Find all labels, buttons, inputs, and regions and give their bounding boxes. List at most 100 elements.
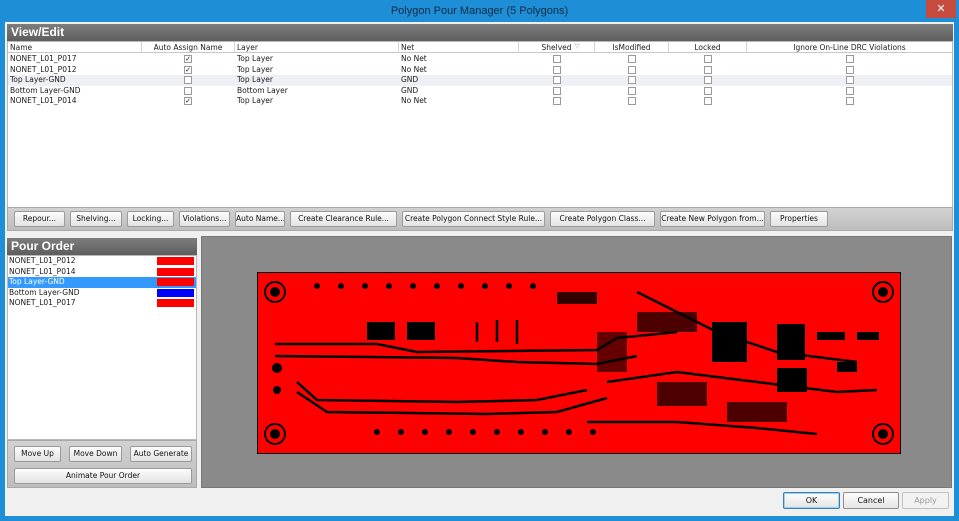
table-row[interactable]: Top Layer-GND Top Layer GND: [8, 75, 952, 86]
table-row[interactable]: NONET_L01_P014 ✓ Top Layer No Net: [8, 96, 952, 107]
auto-assign-checkbox[interactable]: ✓: [184, 97, 192, 105]
row-net: No Net: [401, 54, 427, 63]
locked-checkbox[interactable]: [704, 55, 712, 63]
auto-assign-checkbox[interactable]: [184, 86, 192, 95]
pcb-preview[interactable]: [201, 236, 952, 488]
auto-generate-button[interactable]: Auto Generate: [130, 446, 192, 462]
row-name: Top Layer-GND: [10, 75, 66, 84]
row-name: Bottom Layer-GND: [10, 85, 81, 95]
row-name: NONET_L01_P012: [10, 64, 77, 74]
ignore-drc-checkbox[interactable]: [846, 97, 854, 105]
column-header-auto-assign[interactable]: Auto Assign Name: [142, 42, 235, 53]
row-layer: Top Layer: [237, 64, 273, 74]
ignore-drc-checkbox[interactable]: [846, 76, 854, 84]
cancel-button[interactable]: Cancel: [843, 492, 899, 509]
column-header-net[interactable]: Net: [399, 42, 519, 53]
row-layer: Top Layer: [237, 54, 273, 63]
dialog-client-area: View/Edit Name Auto Assign Name Layer Ne…: [5, 22, 954, 516]
ignore-drc-checkbox[interactable]: [846, 55, 854, 63]
ismodified-checkbox[interactable]: [628, 97, 636, 105]
auto-assign-checkbox[interactable]: ✓: [184, 55, 192, 63]
create-clearance-rule-button[interactable]: Create Clearance Rule...: [290, 211, 397, 227]
ismodified-checkbox[interactable]: [628, 55, 636, 63]
shelved-checkbox[interactable]: [553, 55, 561, 63]
ismodified-checkbox[interactable]: [628, 86, 636, 95]
pour-item-name: NONET_L01_P012: [9, 256, 76, 265]
ismodified-checkbox[interactable]: [628, 76, 636, 84]
column-header-ignore-drc[interactable]: Ignore On-Line DRC Violations: [747, 42, 952, 53]
pour-item-name: Top Layer-GND: [9, 277, 65, 286]
column-header-ismodified[interactable]: IsModified: [595, 42, 669, 53]
list-item[interactable]: NONET_L01_P017: [8, 298, 196, 309]
close-icon[interactable]: ✕: [926, 0, 956, 18]
move-up-button[interactable]: Move Up: [14, 446, 61, 462]
row-name: NONET_L01_P014: [10, 96, 77, 105]
row-net: GND: [401, 75, 419, 84]
column-header-name[interactable]: Name: [8, 42, 142, 53]
repour-button[interactable]: Repour...: [14, 211, 65, 227]
ok-button[interactable]: OK: [783, 492, 840, 509]
filter-icon[interactable]: ▽: [575, 44, 581, 50]
polygon-pour-manager-window: Polygon Pour Manager (5 Polygons) ✕ View…: [0, 0, 959, 521]
view-edit-header: View/Edit: [7, 24, 953, 41]
column-header-locked[interactable]: Locked: [669, 42, 747, 53]
row-net: No Net: [401, 64, 427, 74]
shelved-checkbox[interactable]: [553, 86, 561, 95]
create-polygon-connect-style-rule-button[interactable]: Create Polygon Connect Style Rule...: [402, 211, 545, 227]
locking-button[interactable]: Locking...: [127, 211, 174, 227]
row-net: GND: [401, 85, 419, 95]
row-layer: Top Layer: [237, 75, 273, 84]
view-edit-button-bar: Repour... Shelving... Locking... Violati…: [7, 207, 953, 231]
pcb-board-image: [257, 272, 901, 454]
move-down-button[interactable]: Move Down: [69, 446, 122, 462]
properties-button[interactable]: Properties: [770, 211, 828, 227]
create-polygon-class-button[interactable]: Create Polygon Class...: [550, 211, 655, 227]
locked-checkbox[interactable]: [704, 97, 712, 105]
apply-button[interactable]: Apply: [902, 492, 949, 509]
auto-assign-checkbox[interactable]: ✓: [184, 65, 192, 74]
create-new-polygon-from-button[interactable]: Create New Polygon from...: [660, 211, 765, 227]
shelved-checkbox[interactable]: [553, 76, 561, 84]
shelving-button[interactable]: Shelving...: [70, 211, 122, 227]
locked-checkbox[interactable]: [704, 76, 712, 84]
column-header-shelved[interactable]: Shelved: [519, 42, 595, 53]
locked-checkbox[interactable]: [704, 65, 712, 74]
pour-order-header: Pour Order: [7, 238, 197, 255]
auto-assign-checkbox[interactable]: [184, 76, 192, 84]
title-bar[interactable]: Polygon Pour Manager (5 Polygons) ✕: [0, 0, 959, 22]
table-row[interactable]: NONET_L01_P012 ✓ Top Layer No Net: [8, 65, 952, 76]
window-title: Polygon Pour Manager (5 Polygons): [390, 5, 569, 17]
table-row[interactable]: NONET_L01_P017 ✓ Top Layer No Net: [8, 54, 952, 65]
pour-order-button-bar: Move Up Move Down Auto Generate Animate …: [7, 440, 197, 488]
grid-header: Name Auto Assign Name Layer Net Shelved …: [8, 42, 952, 53]
pour-color-swatch: [157, 288, 194, 297]
row-name: NONET_L01_P017: [10, 54, 77, 63]
pour-item-name: NONET_L01_P017: [9, 298, 76, 307]
violations-button[interactable]: Violations...: [179, 211, 230, 227]
list-item[interactable]: NONET_L01_P014: [8, 267, 196, 278]
shelved-checkbox[interactable]: [553, 65, 561, 74]
pour-color-swatch: [157, 267, 194, 276]
row-layer: Bottom Layer: [237, 85, 288, 95]
table-row[interactable]: Bottom Layer-GND Bottom Layer GND: [8, 86, 952, 97]
list-item-selected[interactable]: Top Layer-GND: [8, 277, 196, 288]
row-net: No Net: [401, 96, 427, 105]
shelved-checkbox[interactable]: [553, 97, 561, 105]
polygon-grid: Name Auto Assign Name Layer Net Shelved …: [7, 41, 953, 208]
row-layer: Top Layer: [237, 96, 273, 105]
ignore-drc-checkbox[interactable]: [846, 65, 854, 74]
list-item[interactable]: NONET_L01_P012: [8, 256, 196, 267]
pour-color-swatch: [157, 278, 194, 286]
locked-checkbox[interactable]: [704, 86, 712, 95]
column-header-layer[interactable]: Layer: [235, 42, 399, 53]
ignore-drc-checkbox[interactable]: [846, 86, 854, 95]
auto-name-button[interactable]: Auto Name...: [235, 211, 285, 227]
pour-item-name: Bottom Layer-GND: [9, 287, 80, 297]
ismodified-checkbox[interactable]: [628, 65, 636, 74]
pour-order-list[interactable]: NONET_L01_P012 NONET_L01_P014 Top Layer-…: [7, 255, 197, 440]
animate-pour-order-button[interactable]: Animate Pour Order: [14, 468, 192, 484]
pour-color-swatch: [157, 299, 194, 307]
pour-item-name: NONET_L01_P014: [9, 266, 76, 276]
list-item[interactable]: Bottom Layer-GND: [8, 288, 196, 299]
pour-color-swatch: [157, 257, 194, 265]
